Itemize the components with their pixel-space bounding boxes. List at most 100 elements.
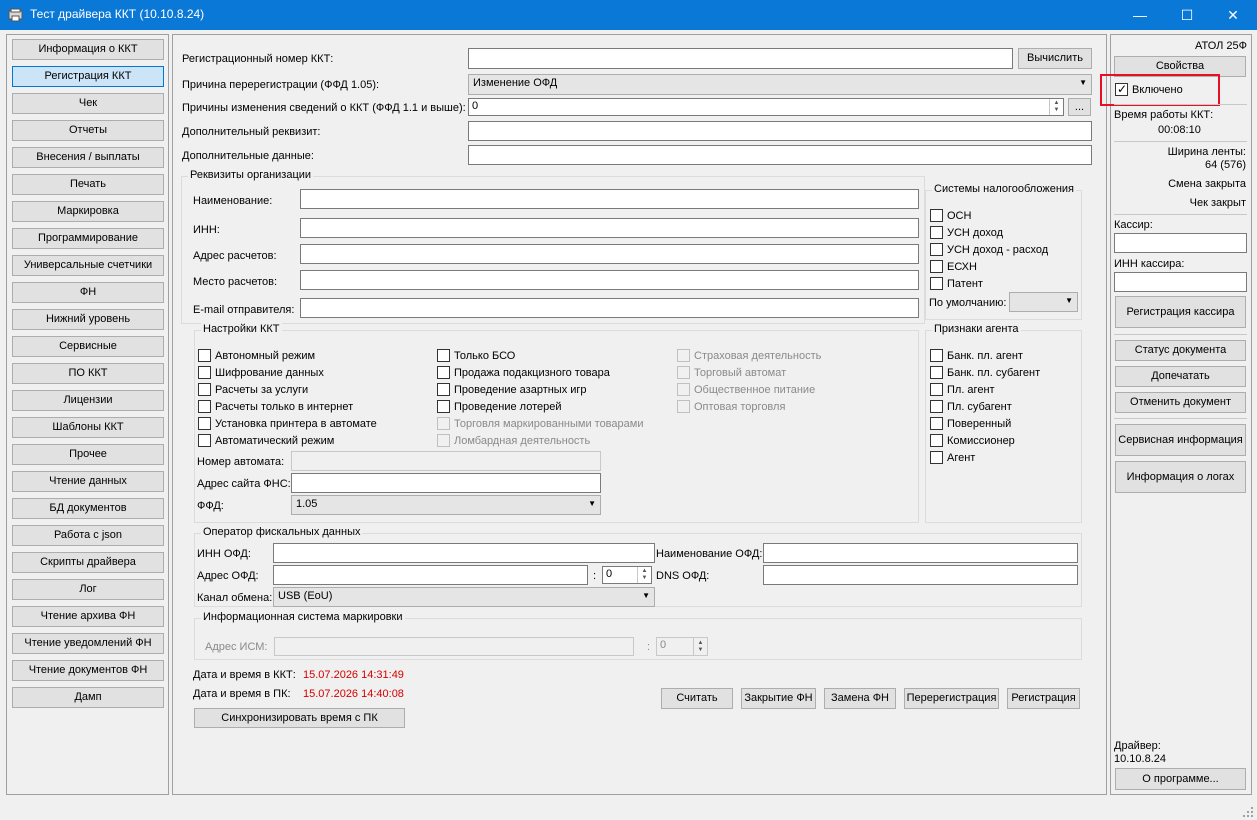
sidebar-item[interactable]: Скрипты драйвера bbox=[12, 552, 164, 573]
kkt-setting-checkbox[interactable]: Автономный режим bbox=[198, 349, 315, 362]
sidebar-item[interactable]: Печать bbox=[12, 174, 164, 195]
replace-fn-button[interactable]: Замена ФН bbox=[824, 688, 896, 709]
spin-arrows-icon[interactable]: ▲ ▼ bbox=[1049, 99, 1063, 115]
tax-system-checkbox[interactable]: УСН доход bbox=[930, 226, 1003, 239]
ofd-address-input[interactable] bbox=[273, 565, 588, 585]
tax-system-checkbox[interactable]: УСН доход - расход bbox=[930, 243, 1048, 256]
agent-sign-checkbox[interactable]: Пл. субагент bbox=[930, 400, 1012, 413]
sidebar-item[interactable]: Шаблоны ККТ bbox=[12, 417, 164, 438]
sidebar-item[interactable]: Чтение уведомлений ФН bbox=[12, 633, 164, 654]
agent-sign-checkbox[interactable]: Поверенный bbox=[930, 417, 1011, 430]
sidebar-item[interactable]: Чтение архива ФН bbox=[12, 606, 164, 627]
ofd-dns-input[interactable] bbox=[763, 565, 1078, 585]
ism-port-input[interactable]: 0 ▲ ▼ bbox=[656, 637, 708, 656]
extra-data-input[interactable] bbox=[468, 145, 1092, 165]
sidebar-item[interactable]: Чек bbox=[12, 93, 164, 114]
org-email-input[interactable] bbox=[300, 298, 919, 318]
rereg-reason-select[interactable]: Изменение ОФД ▼ bbox=[468, 74, 1092, 95]
tax-system-checkbox[interactable]: ОСН bbox=[930, 209, 971, 222]
sidebar-item[interactable]: Лицензии bbox=[12, 390, 164, 411]
log-info-button[interactable]: Информация о логах bbox=[1115, 461, 1246, 493]
ism-address-input[interactable] bbox=[274, 637, 634, 656]
ofd-inn-input[interactable] bbox=[273, 543, 655, 563]
sidebar-item[interactable]: Работа с json bbox=[12, 525, 164, 546]
sidebar-item[interactable]: Дамп bbox=[12, 687, 164, 708]
agent-sign-checkbox[interactable]: Банк. пл. агент bbox=[930, 349, 1023, 362]
sidebar-item[interactable]: ПО ККТ bbox=[12, 363, 164, 384]
resize-grip-icon[interactable] bbox=[1242, 806, 1254, 818]
sidebar-item[interactable]: Внесения / выплаты bbox=[12, 147, 164, 168]
org-name-input[interactable] bbox=[300, 189, 919, 209]
agent-sign-checkbox[interactable]: Агент bbox=[930, 451, 975, 464]
kkt-setting-checkbox[interactable]: Шифрование данных bbox=[198, 366, 324, 379]
cashier-inn-input[interactable] bbox=[1114, 272, 1247, 292]
tax-system-checkbox[interactable]: Патент bbox=[930, 277, 983, 290]
kkt-setting-checkbox[interactable]: Страховая деятельность bbox=[677, 349, 821, 362]
title-bar[interactable]: Тест драйвера ККТ (10.10.8.24) — ☐ ✕ bbox=[0, 0, 1257, 30]
ffd-select[interactable]: 1.05 ▼ bbox=[291, 495, 601, 515]
registration-button[interactable]: Регистрация bbox=[1007, 688, 1080, 709]
sidebar-item[interactable]: Универсальные счетчики bbox=[12, 255, 164, 276]
extra-requisite-input[interactable] bbox=[468, 121, 1092, 141]
kkt-setting-checkbox[interactable]: Проведение азартных игр bbox=[437, 383, 587, 396]
close-button[interactable]: ✕ bbox=[1210, 0, 1256, 30]
org-place-input[interactable] bbox=[300, 270, 919, 290]
close-fn-button[interactable]: Закрытие ФН bbox=[741, 688, 816, 709]
cashier-registration-button[interactable]: Регистрация кассира bbox=[1115, 296, 1246, 328]
kkt-setting-checkbox[interactable]: Расчеты за услуги bbox=[198, 383, 308, 396]
read-button[interactable]: Считать bbox=[661, 688, 733, 709]
reprint-button[interactable]: Допечатать bbox=[1115, 366, 1246, 387]
sync-time-button[interactable]: Синхронизировать время с ПК bbox=[194, 708, 405, 728]
agent-sign-checkbox[interactable]: Банк. пл. субагент bbox=[930, 366, 1040, 379]
kkt-setting-checkbox[interactable]: Автоматический режим bbox=[198, 434, 334, 447]
kkt-setting-checkbox[interactable]: Только БСО bbox=[437, 349, 515, 362]
sidebar-item[interactable]: Чтение данных bbox=[12, 471, 164, 492]
ofd-channel-select[interactable]: USB (EoU) ▼ bbox=[273, 587, 655, 607]
sidebar-item[interactable]: Информация о ККТ bbox=[12, 39, 164, 60]
calculate-button[interactable]: Вычислить bbox=[1018, 48, 1092, 69]
ofd-port-input[interactable]: 0 ▲ ▼ bbox=[602, 566, 652, 584]
kkt-setting-checkbox[interactable]: Проведение лотерей bbox=[437, 400, 562, 413]
reregistration-button[interactable]: Перерегистрация bbox=[904, 688, 999, 709]
service-info-button[interactable]: Сервисная информация bbox=[1115, 424, 1246, 456]
document-status-button[interactable]: Статус документа bbox=[1115, 340, 1246, 361]
spin-arrows-icon[interactable]: ▲ ▼ bbox=[637, 567, 651, 583]
org-address-input[interactable] bbox=[300, 244, 919, 264]
minimize-button[interactable]: — bbox=[1117, 0, 1163, 30]
cancel-document-button[interactable]: Отменить документ bbox=[1115, 392, 1246, 413]
tax-system-checkbox[interactable]: ЕСХН bbox=[930, 260, 977, 273]
maximize-button[interactable]: ☐ bbox=[1164, 0, 1210, 30]
tax-default-select[interactable]: ▼ bbox=[1009, 292, 1078, 312]
kkt-setting-checkbox[interactable]: Оптовая торговля bbox=[677, 400, 785, 413]
spin-arrows-icon[interactable]: ▲ ▼ bbox=[693, 638, 707, 655]
fns-site-input[interactable] bbox=[291, 473, 601, 493]
change-reasons-ellipsis-button[interactable]: ... bbox=[1068, 98, 1091, 116]
sidebar-item[interactable]: Программирование bbox=[12, 228, 164, 249]
agent-sign-checkbox[interactable]: Пл. агент bbox=[930, 383, 995, 396]
sidebar-item[interactable]: Нижний уровень bbox=[12, 309, 164, 330]
ofd-name-input[interactable] bbox=[763, 543, 1078, 563]
kkt-setting-checkbox[interactable]: Продажа подакцизного товара bbox=[437, 366, 610, 379]
sidebar-item[interactable]: Лог bbox=[12, 579, 164, 600]
sidebar-item[interactable]: Сервисные bbox=[12, 336, 164, 357]
org-inn-input[interactable] bbox=[300, 218, 919, 238]
sidebar-item[interactable]: Маркировка bbox=[12, 201, 164, 222]
agent-sign-checkbox[interactable]: Комиссионер bbox=[930, 434, 1015, 447]
kkt-setting-checkbox[interactable]: Торговый автомат bbox=[677, 366, 786, 379]
kkt-setting-checkbox[interactable]: Торговля маркированными товарами bbox=[437, 417, 643, 430]
kkt-setting-checkbox[interactable]: Установка принтера в автомате bbox=[198, 417, 377, 430]
sidebar-item[interactable]: Регистрация ККТ bbox=[12, 66, 164, 87]
kkt-setting-checkbox[interactable]: Общественное питание bbox=[677, 383, 815, 396]
sidebar-item[interactable]: Прочее bbox=[12, 444, 164, 465]
sidebar-item[interactable]: БД документов bbox=[12, 498, 164, 519]
kkt-setting-checkbox[interactable]: Расчеты только в интернет bbox=[198, 400, 353, 413]
sidebar-item[interactable]: Отчеты bbox=[12, 120, 164, 141]
kkt-setting-checkbox[interactable]: Ломбардная деятельность bbox=[437, 434, 590, 447]
about-button[interactable]: О программе... bbox=[1115, 768, 1246, 790]
change-reasons-input[interactable]: 0 ▲ ▼ bbox=[468, 98, 1064, 116]
automat-number-input[interactable] bbox=[291, 451, 601, 471]
sidebar-item[interactable]: Чтение документов ФН bbox=[12, 660, 164, 681]
reg-number-input[interactable] bbox=[468, 48, 1013, 69]
sidebar-item[interactable]: ФН bbox=[12, 282, 164, 303]
cashier-input[interactable] bbox=[1114, 233, 1247, 253]
